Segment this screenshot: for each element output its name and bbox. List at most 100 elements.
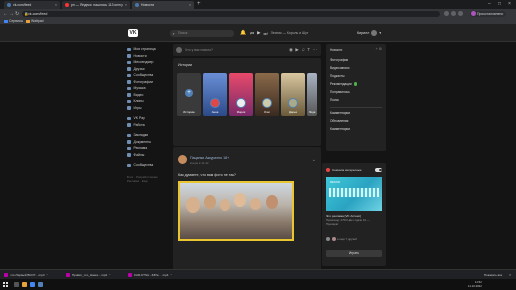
settings-icon[interactable]: + ⚙ (376, 47, 382, 51)
extension-icon[interactable] (444, 10, 449, 16)
news-icon (127, 54, 131, 58)
sidebar-item-label: Клипы (133, 99, 144, 104)
footer-links[interactable]: Реклама · Ещё (127, 179, 171, 184)
menu-item[interactable]: Комментарии (330, 111, 350, 115)
next-track-icon[interactable]: ⏭ (264, 31, 268, 36)
avatar (326, 237, 330, 241)
community-icon (127, 163, 131, 167)
menu-item[interactable]: Видеозаписи (330, 66, 349, 70)
menu-item-label: Комментарии (330, 111, 351, 115)
yandex-favicon-icon (65, 3, 69, 7)
chevron-down-icon[interactable]: ⌄ (312, 157, 316, 163)
forward-icon[interactable]: → (9, 11, 14, 17)
download-item[interactable]: что-Первый ВСО?....mp4 ^ (4, 272, 48, 278)
ad-image[interactable]: RESOR (326, 177, 382, 211)
menu-item[interactable]: Поиск (330, 98, 339, 102)
interesting-first-toggle[interactable] (375, 168, 382, 172)
bookmark-wattpad[interactable]: Wattpad (26, 19, 44, 23)
chevron-up-icon[interactable]: ^ (47, 273, 48, 277)
close-icon[interactable]: × (509, 272, 511, 277)
vk-icon[interactable] (38, 282, 43, 287)
extension-icon[interactable] (451, 10, 456, 16)
story-card[interactable]: Дарья (281, 73, 305, 116)
download-item[interactable]: Приват_что_Наша....mp4 ^ (66, 272, 110, 278)
photo-icon (127, 80, 131, 84)
sidebar-item-label: Закладки (133, 133, 149, 138)
url-input[interactable]: 🔒 vk.com/feed (22, 10, 440, 17)
menu-item[interactable]: Понравилось (330, 90, 350, 94)
story-card[interactable]: Лида (307, 73, 317, 116)
browser-tab[interactable]: рп — Яндекс: нашлось 113 млн ре × (62, 1, 130, 9)
close-window-icon[interactable]: × (508, 1, 511, 7)
browser-tab-active[interactable]: Новости × (132, 1, 194, 9)
ad-header-text: Сначала интересные (332, 168, 362, 172)
track-title[interactable]: Лесник — Король и Шут (271, 31, 309, 35)
story-add[interactable]: + Историю (177, 73, 201, 116)
menu-item[interactable]: Подкасты (330, 74, 344, 78)
menu-item[interactable]: Рекомендации (330, 82, 358, 86)
check-icon (353, 82, 358, 86)
chevron-up-icon[interactable]: ^ (170, 273, 171, 277)
reload-icon[interactable]: ↻ (15, 11, 19, 17)
chevron-down-icon: ▾ (379, 31, 382, 35)
story-card[interactable]: Анна (203, 73, 227, 116)
audio-player: ⏮ ▶ ⏭ Лесник — Король и Шут (250, 30, 308, 36)
face (234, 193, 246, 207)
post-author[interactable]: Пацанки Аккуратно 18+ (190, 156, 229, 160)
notifications-bell-icon[interactable]: 🔔 (240, 30, 246, 36)
menu-title[interactable]: Новости (330, 48, 342, 52)
windows-start-icon[interactable] (3, 282, 8, 287)
url-text: vk.com/feed (28, 11, 48, 16)
menu-item[interactable]: Фотографии (330, 58, 348, 62)
browser-tab-bar: vk.com/feed × рп — Яндекс: нашлось 113 м… (0, 0, 516, 9)
lock-icon: 🔒 (24, 11, 29, 16)
new-tab-icon[interactable]: + (197, 1, 201, 7)
text-icon[interactable]: T (307, 47, 310, 53)
stories-block: Истории + Историю Анна Мария Олег Дарья … (173, 58, 321, 146)
prev-track-icon[interactable]: ⏮ (250, 31, 254, 36)
bookmark-services[interactable]: Сервисы (4, 19, 23, 23)
profile-button[interactable]: Приостановлено (470, 10, 507, 17)
interesting-first-label: Сначала интересные (326, 168, 362, 172)
video-icon[interactable]: ▶ (295, 47, 298, 53)
video-file-icon (66, 273, 70, 277)
chrome-icon[interactable] (30, 282, 35, 287)
menu-item-label: Фотографии (330, 58, 349, 62)
post-photo[interactable] (178, 181, 294, 241)
story-card[interactable]: Мария (229, 73, 253, 116)
stories-title: Истории (178, 63, 192, 67)
avatar (288, 98, 298, 108)
post-composer[interactable]: Что у вас нового? ◉ ▶ ♫ T ⋯ (173, 44, 321, 56)
close-tab-icon[interactable]: × (55, 3, 57, 7)
search-input[interactable]: ⌕ Поиск (170, 30, 234, 37)
browser-tab[interactable]: vk.com/feed × (4, 1, 60, 9)
ad-image-pattern (329, 188, 379, 197)
system-tray-clock[interactable]: 11:52 11.10.2022 (468, 280, 482, 288)
extension-icon[interactable] (458, 10, 463, 16)
chevron-up-icon[interactable]: ^ (109, 273, 110, 277)
show-all-downloads[interactable]: Показать все (484, 273, 502, 277)
download-item[interactable]: KAR-KTSA - ЗЗУя... .mp4 ^ (128, 272, 172, 278)
sidebar-item-managed-communities[interactable]: Сообщества (127, 162, 171, 169)
divider (330, 107, 382, 108)
camera-icon[interactable]: ◉ (289, 47, 293, 53)
user-menu[interactable]: Кирилл ▾ (357, 30, 381, 36)
maximize-icon[interactable]: □ (498, 1, 501, 7)
post-date[interactable]: вчера в 11:42 (190, 161, 209, 165)
menu-item[interactable]: Обновления (330, 119, 348, 123)
vk-logo-icon[interactable]: VK (128, 29, 138, 37)
story-card[interactable]: Олег (255, 73, 279, 116)
file-explorer-icon[interactable] (22, 282, 27, 287)
close-tab-icon[interactable]: × (125, 3, 127, 7)
sidebar-item-label: Мессенджер (133, 60, 154, 65)
play-button[interactable]: Играть (326, 250, 382, 257)
play-icon[interactable]: ▶ (257, 30, 260, 36)
close-tab-icon[interactable]: × (189, 3, 191, 7)
search-icon[interactable] (14, 282, 19, 287)
back-icon[interactable]: ← (3, 11, 8, 17)
music-icon[interactable]: ♫ (301, 47, 304, 53)
menu-item[interactable]: Комментарии (330, 127, 350, 131)
avatar[interactable] (178, 155, 187, 164)
minimize-icon[interactable]: – (488, 1, 491, 7)
more-icon[interactable]: ⋯ (313, 47, 318, 53)
